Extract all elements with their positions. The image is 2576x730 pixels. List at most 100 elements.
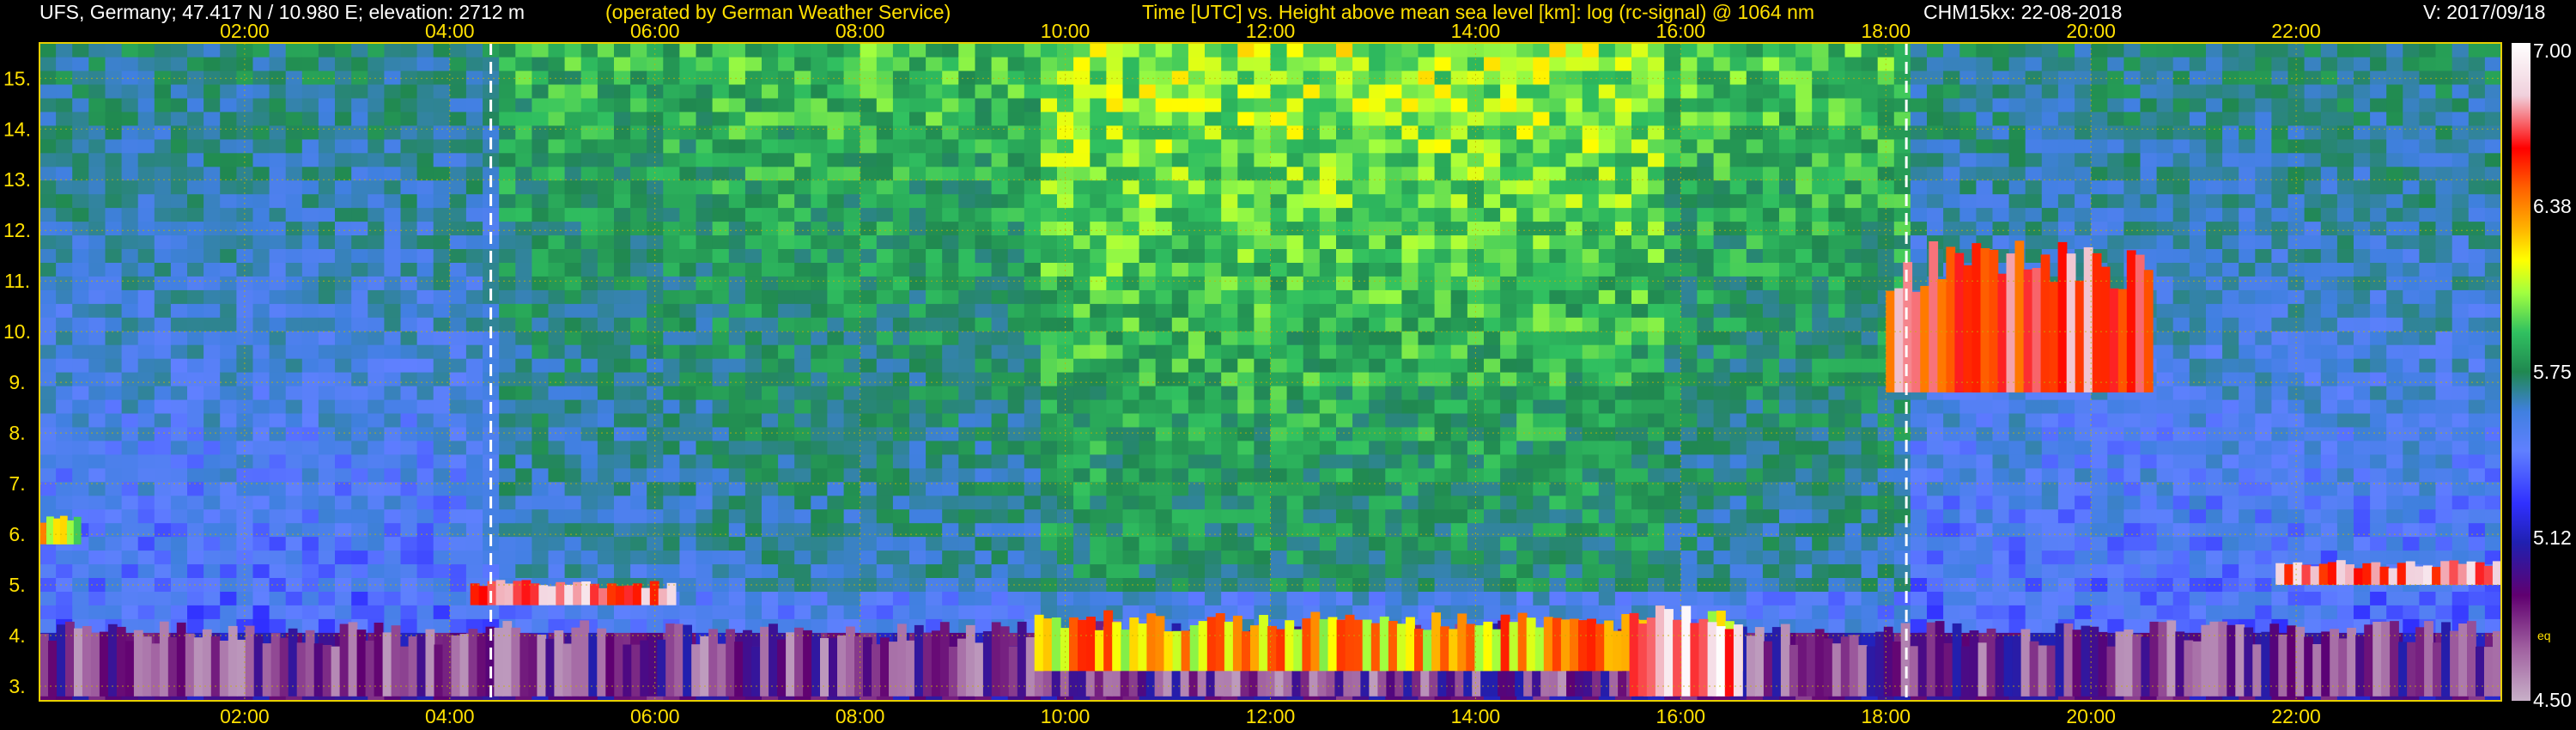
heatmap-cell — [1155, 152, 1173, 167]
heatmap-cell — [1516, 248, 1534, 263]
heatmap-cell — [351, 467, 368, 483]
heatmap-cell — [368, 412, 385, 428]
heatmap-cell — [1484, 563, 1501, 578]
heatmap-cell — [400, 344, 418, 359]
heatmap-cell — [827, 262, 845, 277]
heatmap-cell — [1106, 248, 1124, 263]
heatmap-cell — [137, 138, 155, 154]
heatmap-cell — [170, 248, 188, 263]
heatmap-cell — [1221, 563, 1238, 578]
heatmap-cell — [663, 234, 680, 249]
heatmap-cell — [1270, 522, 1288, 538]
heatmap-cell — [1549, 508, 1567, 524]
heatmap-cell — [843, 207, 861, 222]
heatmap-cell — [1598, 605, 1616, 619]
heatmap-cell — [1155, 166, 1173, 181]
heatmap-cell — [728, 166, 746, 181]
heatmap-cell — [1549, 207, 1567, 222]
heatmap-cell — [1188, 138, 1206, 154]
heatmap-cell — [926, 289, 943, 304]
heatmap-cell — [1582, 125, 1600, 140]
heatmap-cell — [778, 262, 795, 277]
heatmap-cell — [1369, 577, 1386, 592]
heatmap-cell — [1713, 262, 1731, 277]
heatmap-cell — [318, 522, 336, 538]
heatmap-cell — [499, 111, 516, 126]
heatmap-cell — [1286, 605, 1304, 619]
heatmap-cell — [1450, 372, 1468, 386]
heatmap-cell — [1680, 550, 1698, 565]
heatmap-cell — [465, 536, 483, 551]
heatmap-cell — [1434, 372, 1452, 386]
heatmap-cell — [1221, 262, 1238, 277]
heatmap-cell — [56, 605, 73, 619]
heatmap-cell — [56, 453, 73, 469]
heatmap-cell — [597, 83, 615, 99]
heatmap-cell — [1090, 97, 1107, 113]
heatmap-cell — [105, 138, 123, 154]
heatmap-cell — [88, 125, 106, 140]
heatmap-cell — [204, 83, 221, 99]
heatmap-cell — [285, 508, 303, 524]
heatmap-cell — [1467, 605, 1485, 619]
heatmap-cell — [433, 563, 451, 578]
heatmap-cell — [1401, 138, 1419, 154]
heatmap-cell — [1221, 522, 1238, 538]
heatmap-cell — [1171, 207, 1189, 222]
heatmap-cell — [1352, 289, 1370, 304]
heatmap-cell — [696, 289, 714, 304]
heatmap-cell — [285, 563, 303, 578]
heatmap-cell — [1484, 43, 1501, 58]
heatmap-cell — [909, 152, 927, 167]
heatmap-cell — [1205, 536, 1222, 551]
heatmap-cell — [1713, 317, 1731, 332]
heatmap-cell — [1024, 577, 1042, 592]
heatmap-cell — [876, 193, 894, 209]
heatmap-cell — [712, 550, 730, 565]
heatmap-cell — [433, 495, 451, 510]
heatmap-cell — [499, 166, 516, 181]
heatmap-cell — [1418, 412, 1436, 428]
heatmap-cell — [137, 591, 155, 605]
heatmap-cell — [1286, 262, 1304, 277]
heatmap-cell — [1631, 111, 1649, 126]
heatmap-cell — [1270, 166, 1288, 181]
heatmap-cell — [449, 563, 467, 578]
heatmap-cell — [1680, 248, 1698, 263]
heatmap-cell — [433, 358, 451, 373]
heatmap-cell — [1254, 536, 1272, 551]
heatmap-cell — [860, 522, 878, 538]
heatmap-cell — [1237, 303, 1255, 318]
heatmap-cell — [778, 331, 795, 345]
heatmap-cell — [1106, 262, 1124, 277]
heatmap-cell — [1139, 372, 1157, 386]
heatmap-cell — [580, 440, 598, 455]
heatmap-cell — [1057, 358, 1074, 373]
heatmap-cell — [564, 550, 582, 565]
heatmap-cell — [368, 398, 385, 414]
heatmap-cell — [400, 125, 418, 140]
heatmap-cell — [1171, 111, 1189, 126]
heatmap-cell — [1237, 522, 1255, 538]
heatmap-cell — [1024, 97, 1042, 113]
heatmap-cell — [400, 179, 418, 195]
heatmap-cell — [72, 221, 89, 236]
heatmap-cell — [449, 618, 467, 633]
heatmap-cell — [1680, 495, 1698, 510]
heatmap-cell — [105, 317, 123, 332]
heatmap-cell — [1565, 152, 1583, 167]
heatmap-cell — [1533, 398, 1550, 414]
heatmap-cell — [1680, 412, 1698, 428]
heatmap-cell — [1434, 563, 1452, 578]
heatmap-cell — [1369, 550, 1386, 565]
heatmap-cell — [1155, 412, 1173, 428]
heatmap-cell — [876, 358, 894, 373]
heatmap-cell — [1221, 495, 1238, 510]
heatmap-cell — [712, 111, 730, 126]
heatmap-cell — [499, 563, 516, 578]
heatmap-cell — [548, 43, 566, 58]
heatmap-cell — [843, 591, 861, 605]
heatmap-cell — [416, 57, 434, 71]
heatmap-cell — [1713, 550, 1731, 565]
heatmap-cell — [1401, 193, 1419, 209]
